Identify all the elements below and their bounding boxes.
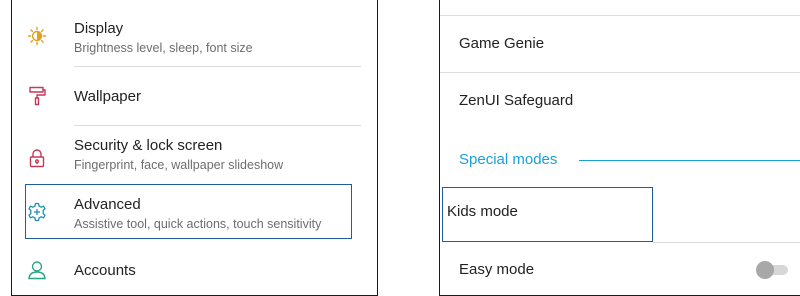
person-icon: [27, 260, 47, 280]
settings-item-zenui-safeguard[interactable]: ZenUI Safeguard: [440, 73, 800, 131]
settings-item-wallpaper[interactable]: Wallpaper: [12, 67, 377, 125]
settings-item-title: Easy mode: [459, 261, 535, 278]
display-brightness-icon: [27, 26, 47, 46]
settings-item-game-genie[interactable]: Game Genie: [440, 16, 800, 72]
highlight-box: [442, 187, 653, 242]
settings-item-title: Game Genie: [459, 35, 545, 52]
section-header-special-modes: Special modes: [459, 151, 558, 168]
easy-mode-toggle[interactable]: [756, 261, 790, 279]
paint-roller-icon: [27, 86, 47, 106]
settings-item-title: ZenUI Safeguard: [459, 92, 574, 109]
settings-item-easy-mode[interactable]: Easy mode: [440, 243, 800, 295]
settings-item-title: Display: [74, 20, 124, 37]
settings-item-title: Security & lock screen: [74, 137, 223, 154]
settings-item-subtitle: Brightness level, sleep, font size: [74, 41, 253, 55]
settings-list-right: Game Genie ZenUI Safeguard Special modes…: [439, 0, 800, 296]
settings-item-security[interactable]: Security & lock screen Fingerprint, face…: [12, 126, 377, 184]
toggle-thumb: [756, 261, 774, 279]
settings-item-subtitle: Fingerprint, face, wallpaper slideshow: [74, 158, 284, 172]
settings-item-accounts[interactable]: Accounts: [12, 244, 377, 295]
lock-icon: [27, 148, 47, 168]
settings-item-title: Accounts: [74, 262, 136, 279]
settings-list-left: Display Brightness level, sleep, font si…: [11, 0, 378, 296]
settings-item-display[interactable]: Display Brightness level, sleep, font si…: [12, 0, 377, 66]
settings-item-title: Wallpaper: [74, 88, 141, 105]
section-divider: [579, 160, 800, 161]
highlight-box: [25, 184, 352, 239]
